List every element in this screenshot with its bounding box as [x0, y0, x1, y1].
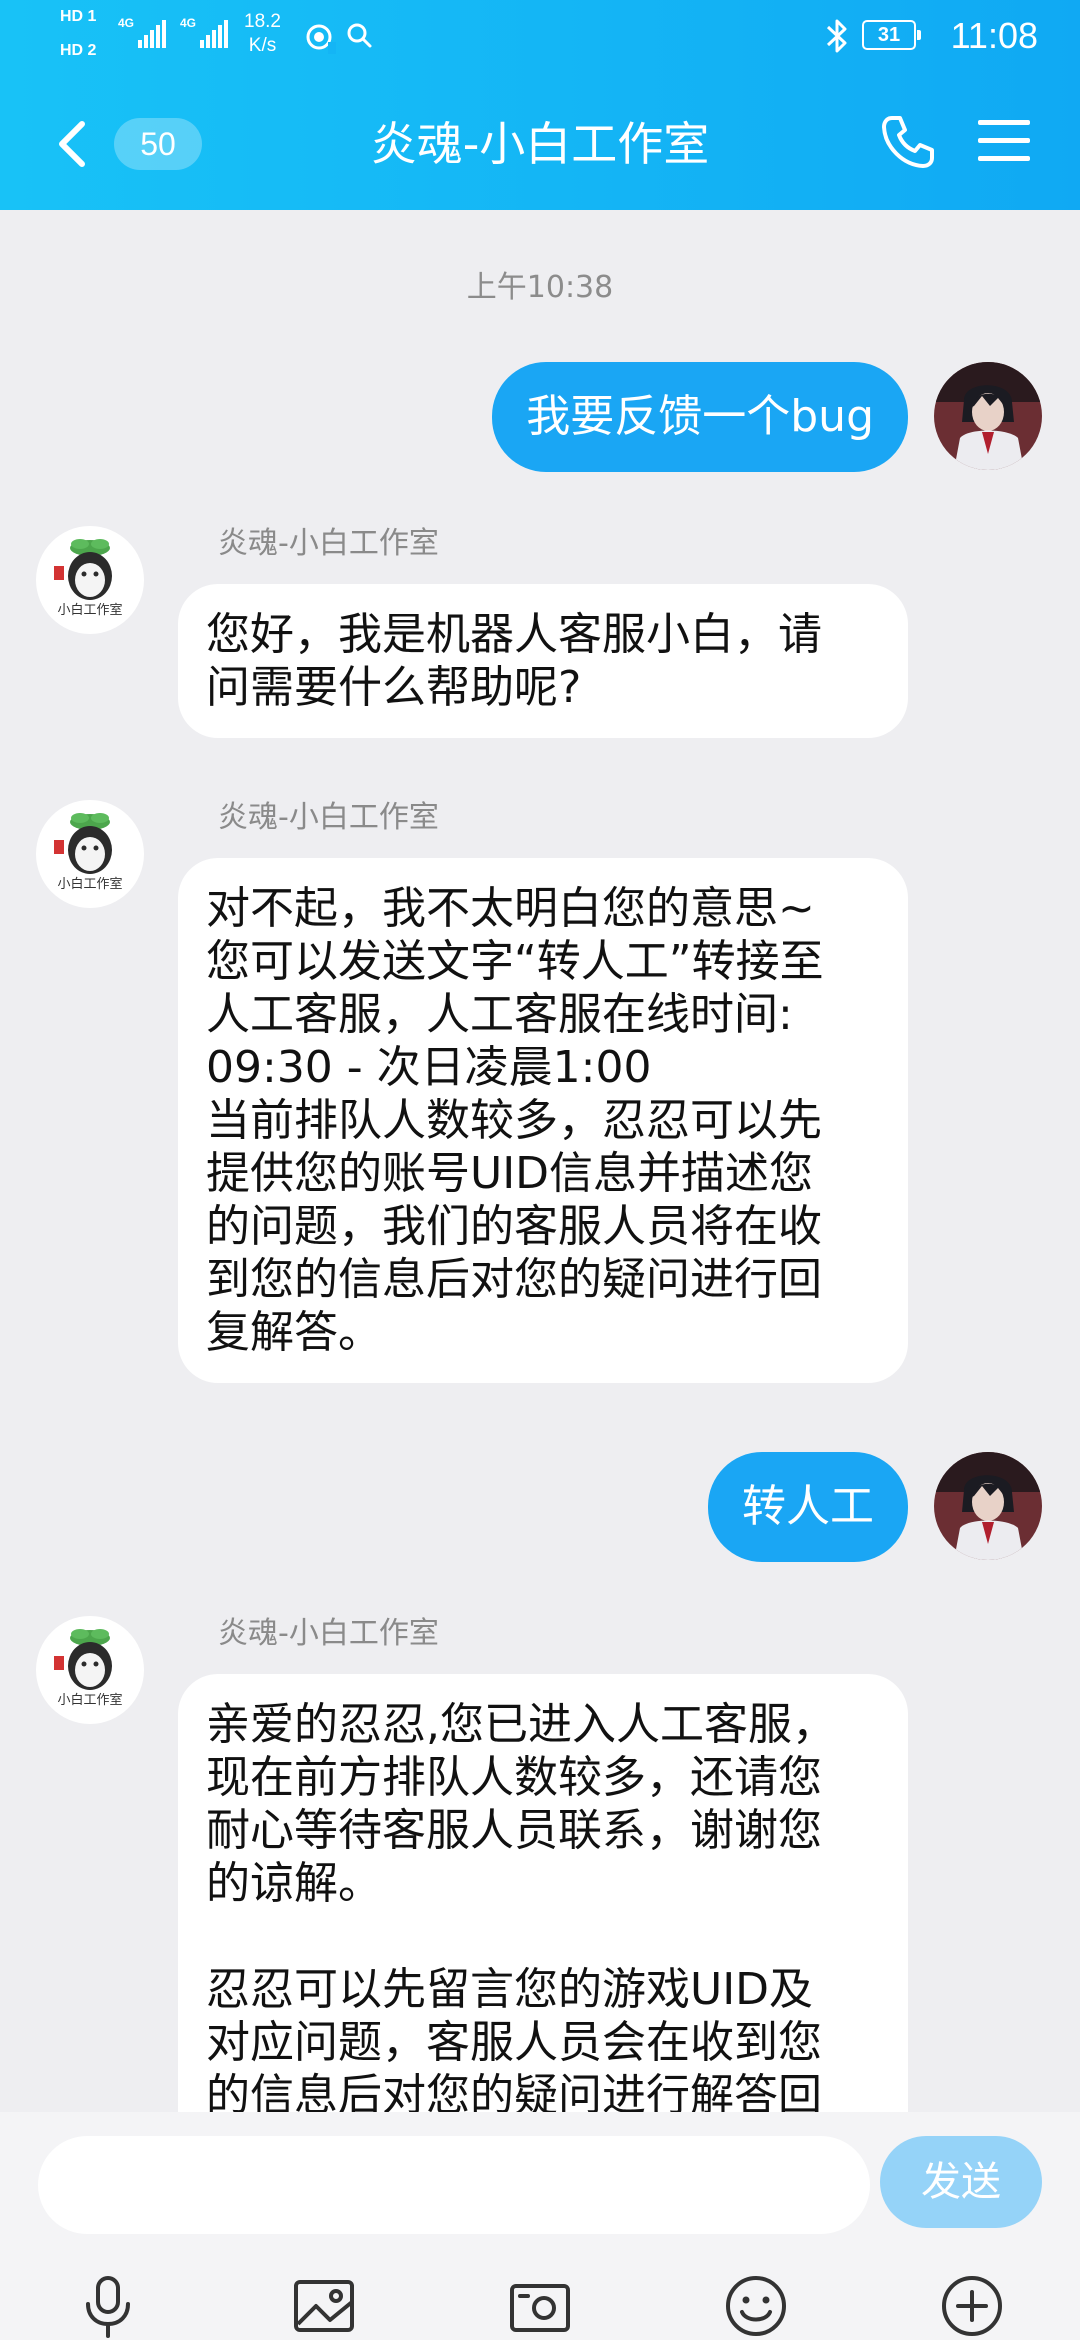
menu-icon[interactable] — [978, 118, 1030, 164]
page-title: 炎魂-小白工作室 — [370, 117, 710, 171]
send-button[interactable]: 发送 — [880, 2136, 1042, 2228]
svg-text:小白工作室: 小白工作室 — [57, 602, 122, 618]
battery-level: 31 — [877, 24, 901, 46]
status-bar: HD 1 HD 2 4G 4G 18.2 K/s 31 11:08 — [0, 0, 1080, 72]
bot-avatar[interactable]: 小白工作室 — [36, 1616, 144, 1724]
sim2-label: HD 2 — [60, 42, 97, 59]
sender-name: 炎魂-小白工作室 — [218, 800, 439, 835]
emoji-icon[interactable] — [722, 2272, 790, 2340]
signal2-icon: 4G — [180, 16, 230, 52]
user-avatar[interactable] — [934, 362, 1042, 470]
svg-text:小白工作室: 小白工作室 — [57, 876, 122, 892]
back-icon[interactable] — [50, 112, 94, 176]
svg-text:小白工作室: 小白工作室 — [57, 1692, 122, 1708]
net2-label: 4G — [180, 16, 197, 30]
battery-icon: 31 — [862, 20, 921, 50]
plus-icon[interactable] — [938, 2272, 1006, 2340]
user-avatar[interactable] — [934, 1452, 1042, 1560]
input-bar: 发送 — [0, 2112, 1080, 2340]
sender-name: 炎魂-小白工作室 — [218, 526, 439, 561]
message-timestamp: 上午10:38 — [466, 270, 614, 305]
incoming-message[interactable]: 您好，我是机器人客服小白，请 问需要什么帮助呢? — [178, 584, 908, 738]
signal1-icon: 4G — [118, 16, 168, 52]
image-icon[interactable] — [290, 2272, 358, 2340]
incoming-message[interactable]: 亲爱的忍忍,您已进入人工客服， 现在前方排队人数较多，还请您 耐心等待客服人员联… — [178, 1674, 908, 2114]
speed-unit: K/s — [248, 35, 277, 56]
unread-count-badge[interactable]: 50 — [114, 118, 202, 170]
sender-name: 炎魂-小白工作室 — [218, 1616, 439, 1651]
net1-label: 4G — [118, 16, 135, 30]
sim1-label: HD 1 — [60, 8, 97, 25]
bot-avatar[interactable]: 小白工作室 — [36, 800, 144, 908]
bot-avatar[interactable]: 小白工作室 — [36, 526, 144, 634]
clock: 11:08 — [950, 15, 1038, 56]
camera-icon[interactable] — [506, 2272, 574, 2340]
top-bar: HD 1 HD 2 4G 4G 18.2 K/s 31 11:08 50 炎魂-… — [0, 0, 1080, 210]
microphone-icon[interactable] — [74, 2272, 142, 2340]
phone-icon[interactable] — [878, 112, 938, 172]
hotspot-icon — [306, 24, 336, 54]
incoming-message[interactable]: 对不起，我不太明白您的意思~ 您可以发送文字“转人工”转接至 人工客服，人工客服… — [178, 858, 908, 1383]
network-speed: 18.2 K/s — [244, 10, 281, 58]
bluetooth-icon — [826, 19, 847, 53]
search-icon — [347, 23, 372, 48]
outgoing-message[interactable]: 转人工 — [708, 1452, 908, 1562]
speed-value: 18.2 — [244, 11, 281, 32]
message-input[interactable] — [38, 2136, 870, 2234]
outgoing-message[interactable]: 我要反馈一个bug — [492, 362, 908, 472]
